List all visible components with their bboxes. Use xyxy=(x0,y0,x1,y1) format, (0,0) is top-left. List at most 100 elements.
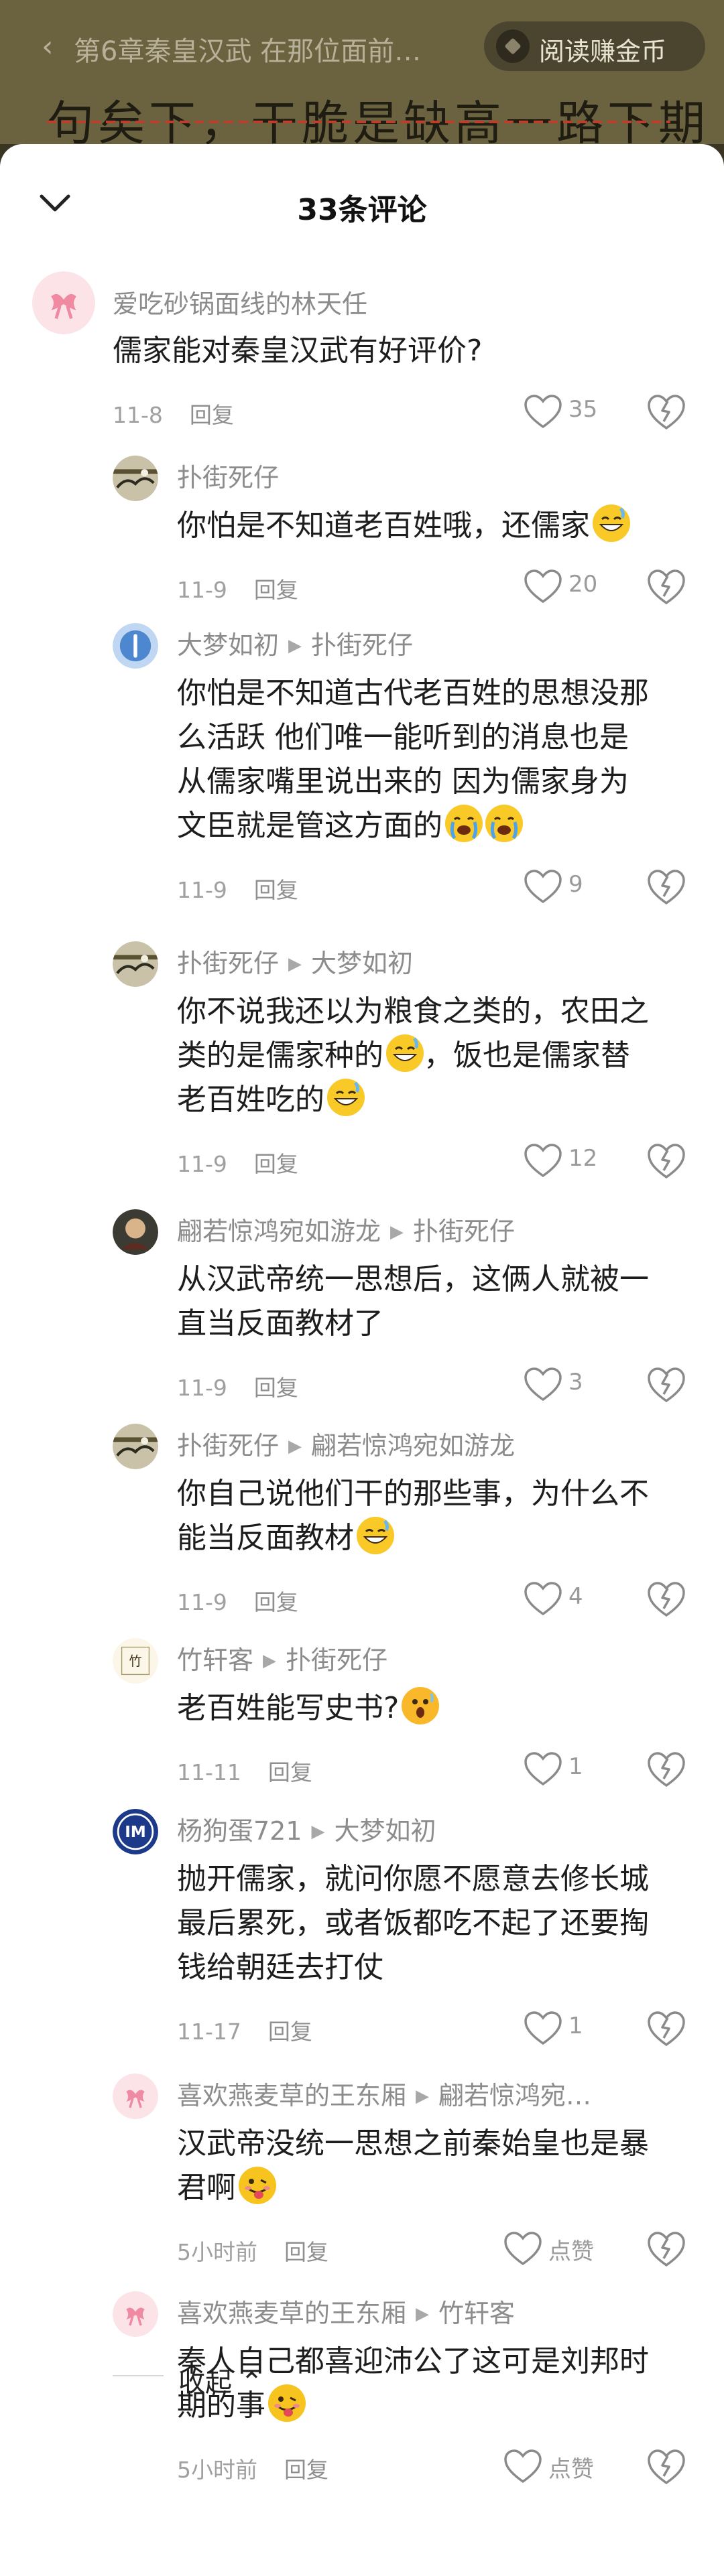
broken-heart-icon[interactable] xyxy=(646,867,686,907)
author-name[interactable]: 扑街死仔 xyxy=(177,463,279,492)
earn-coins-button[interactable]: 阅读赚金币 xyxy=(484,21,705,71)
broken-heart-icon[interactable] xyxy=(646,2009,686,2049)
author-name[interactable]: 喜欢燕麦草的王东厢 xyxy=(177,2081,406,2110)
heart-icon[interactable] xyxy=(523,2010,563,2046)
reply-button[interactable]: 回复 xyxy=(254,877,298,903)
heart-icon[interactable] xyxy=(523,1142,563,1178)
comment-text-segment: 类的是儒家种的 xyxy=(177,1038,383,1073)
heart-icon[interactable] xyxy=(523,393,563,429)
reply-target-name[interactable]: 扑街死仔 xyxy=(413,1217,515,1246)
comment-username[interactable]: 大梦如初 ▶ 扑街死仔 xyxy=(177,624,413,661)
heart-icon[interactable] xyxy=(503,2230,543,2266)
comment-count-title: 33条评论 xyxy=(297,193,427,227)
avatar[interactable] xyxy=(113,623,158,669)
reply-target-name[interactable]: 扑街死仔 xyxy=(286,1645,387,1675)
broken-heart-icon[interactable] xyxy=(646,567,686,607)
comment-username[interactable]: 扑街死仔 ▶ 翩若惊鸿宛如游龙 xyxy=(177,1425,515,1462)
reply-arrow-icon: ▶ xyxy=(311,1822,325,1842)
back-icon[interactable]: ‹ xyxy=(42,29,54,64)
broken-heart-icon[interactable] xyxy=(646,2447,686,2487)
like-count[interactable]: 4 xyxy=(568,1583,583,1610)
like-count[interactable]: 1 xyxy=(568,1753,583,1780)
comment-username[interactable]: 翩若惊鸿宛如游龙 ▶ 扑街死仔 xyxy=(177,1211,515,1247)
comment-username[interactable]: 扑街死仔 xyxy=(177,457,279,494)
reply-target-name[interactable]: 竹轩客 xyxy=(438,2299,515,2328)
reply-target-name[interactable]: 大梦如初 xyxy=(335,1816,436,1846)
broken-heart-icon[interactable] xyxy=(646,1579,686,1619)
reply-button[interactable]: 回复 xyxy=(254,1151,298,1177)
broken-heart-icon[interactable] xyxy=(646,2229,686,2269)
like-count[interactable]: 20 xyxy=(568,571,597,598)
like-count[interactable]: 12 xyxy=(568,1145,597,1172)
comment-text-line: 老百姓能写史书? xyxy=(177,1686,697,1731)
heart-icon[interactable] xyxy=(523,1366,563,1402)
avatar[interactable] xyxy=(113,456,158,501)
comment-text-line: 你自己说他们干的那些事，为什么不 xyxy=(177,1472,697,1516)
avatar[interactable] xyxy=(113,1209,158,1255)
comment-username[interactable]: 扑街死仔 ▶ 大梦如初 xyxy=(177,943,413,979)
reply-target-name[interactable]: 翩若惊鸿宛如游龙 xyxy=(311,1431,515,1461)
reply-button[interactable]: 回复 xyxy=(254,1589,298,1615)
author-name[interactable]: 爱吃砂锅面线的林天任 xyxy=(113,289,367,319)
reply-button[interactable]: 回复 xyxy=(268,1759,312,1785)
reply-button[interactable]: 回复 xyxy=(284,2457,328,2483)
comment-username[interactable]: 喜欢燕麦草的王东厢 ▶ 翩若惊鸿宛… xyxy=(177,2075,591,2112)
avatar[interactable]: IM xyxy=(113,1809,158,1854)
comment-username[interactable]: 竹轩客 ▶ 扑街死仔 xyxy=(177,1639,387,1676)
reply-button[interactable]: 回复 xyxy=(284,2239,328,2265)
comment-meta: 11-17 回复 xyxy=(177,2014,312,2046)
heart-icon[interactable] xyxy=(523,568,563,604)
avatar[interactable]: 竹 xyxy=(113,1638,158,1684)
avatar[interactable] xyxy=(113,2291,158,2337)
reader-body-text: 句矣下，干脆是缺高一路下期 xyxy=(47,96,709,144)
author-name[interactable]: 喜欢燕麦草的王东厢 xyxy=(177,2299,406,2328)
author-name[interactable]: 扑街死仔 xyxy=(177,949,279,978)
reply-button[interactable]: 回复 xyxy=(190,402,234,428)
comment-text-segment: 汉武帝没统一思想之前秦始皇也是暴 xyxy=(177,2126,649,2161)
author-name[interactable]: 翩若惊鸿宛如游龙 xyxy=(177,1217,381,1246)
heart-icon[interactable] xyxy=(523,1580,563,1617)
reply-target-name[interactable]: 大梦如初 xyxy=(311,949,413,978)
comment-text-line: 直当反面教材了 xyxy=(177,1302,697,1346)
avatar[interactable] xyxy=(113,2074,158,2119)
comment-text-segment: 你怕是不知道老百姓哦，还儒家 xyxy=(177,509,590,543)
like-count[interactable]: 3 xyxy=(568,1369,583,1396)
comment-text-line: 最后累死，或者饭都吃不起了还要掏 xyxy=(177,1901,697,1946)
author-name[interactable]: 竹轩客 xyxy=(177,1645,253,1675)
avatar[interactable] xyxy=(113,941,158,987)
like-count[interactable]: 点赞 xyxy=(548,2233,594,2266)
author-name[interactable]: 杨狗蛋721 xyxy=(177,1816,302,1846)
comment-username[interactable]: 杨狗蛋721 ▶ 大梦如初 xyxy=(177,1810,436,1847)
reply-button[interactable]: 回复 xyxy=(254,577,298,603)
broken-heart-icon[interactable] xyxy=(646,392,686,432)
reply-button[interactable]: 回复 xyxy=(268,2019,312,2045)
broken-heart-icon[interactable] xyxy=(646,1749,686,1789)
heart-icon[interactable] xyxy=(523,868,563,904)
like-count[interactable]: 35 xyxy=(568,396,597,423)
heart-icon[interactable] xyxy=(523,1751,563,1787)
comment-meta: 11-9 回复 xyxy=(177,1584,298,1617)
author-name[interactable]: 大梦如初 xyxy=(177,630,279,660)
reply-arrow-icon: ▶ xyxy=(288,636,302,656)
reply-arrow-icon: ▶ xyxy=(416,2086,430,2106)
reply-button[interactable]: 回复 xyxy=(254,1375,298,1401)
avatar[interactable] xyxy=(113,1424,158,1469)
comment-text-line: 抛开儒家，就问你愿不愿意去修长城 xyxy=(177,1857,697,1901)
coin-icon xyxy=(496,29,530,63)
like-count[interactable]: 9 xyxy=(568,871,583,898)
comment-text: 儒家能对秦皇汉武有好评价? xyxy=(113,329,697,373)
avatar[interactable] xyxy=(32,271,95,334)
author-name[interactable]: 扑街死仔 xyxy=(177,1431,279,1461)
like-count[interactable]: 点赞 xyxy=(548,2451,594,2484)
reply-target-name[interactable]: 翩若惊鸿宛… xyxy=(438,2081,591,2110)
comment-text: 汉武帝没统一思想之前秦始皇也是暴 君啊 xyxy=(177,2122,697,2210)
like-count[interactable]: 1 xyxy=(568,2013,583,2039)
broken-heart-icon[interactable] xyxy=(646,1141,686,1181)
collapse-replies-button[interactable]: 收起 ⌃ xyxy=(113,2355,381,2398)
comment-date: 11-9 xyxy=(177,1375,227,1401)
heart-icon[interactable] xyxy=(503,2448,543,2484)
reply-target-name[interactable]: 扑街死仔 xyxy=(311,630,413,660)
comment-username[interactable]: 爱吃砂锅面线的林天任 xyxy=(113,283,367,320)
comment-username[interactable]: 喜欢燕麦草的王东厢 ▶ 竹轩客 xyxy=(177,2293,515,2329)
broken-heart-icon[interactable] xyxy=(646,1365,686,1405)
